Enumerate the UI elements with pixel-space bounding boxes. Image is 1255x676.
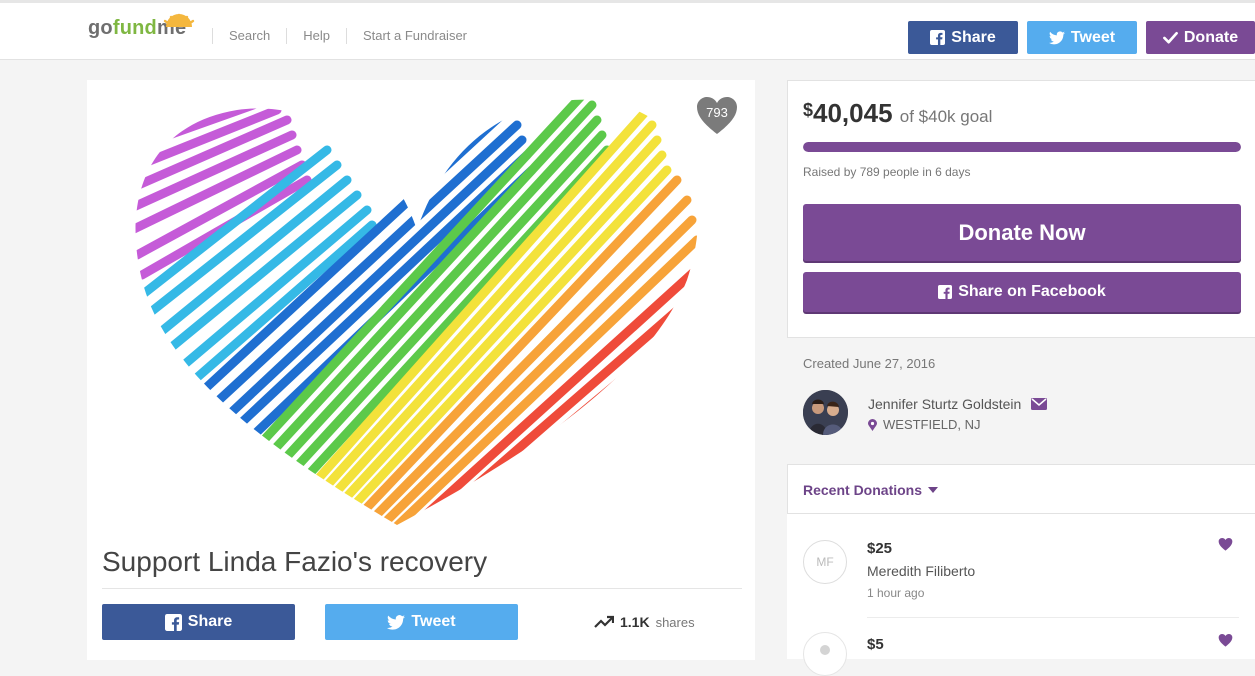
- share-on-facebook-button[interactable]: Share on Facebook: [803, 272, 1241, 312]
- donor-name: Meredith Filiberto: [867, 563, 976, 579]
- shares-label: shares: [655, 614, 695, 630]
- map-pin-icon: [868, 418, 877, 431]
- shares-count: 1.1K: [620, 614, 650, 630]
- organizer-name-row: Jennifer Sturtz Goldstein: [868, 396, 1048, 412]
- avatar-photo: [803, 390, 848, 435]
- goal-text: of $40k goal: [899, 107, 993, 126]
- donation-separator: [867, 617, 1239, 618]
- organizer-avatar[interactable]: [803, 390, 848, 435]
- donor-avatar-initials: MF: [803, 540, 847, 584]
- header-donate-button[interactable]: Donate: [1146, 21, 1255, 54]
- amount-raised: $40,045 of $40k goal: [803, 98, 993, 128]
- campaign-share-button[interactable]: Share: [102, 604, 295, 640]
- heart-count: 793: [706, 105, 728, 120]
- organizer-name[interactable]: Jennifer Sturtz Goldstein: [868, 396, 1021, 412]
- campaign-title: Support Linda Fazio's recovery: [102, 546, 488, 577]
- header-tweet-button[interactable]: Tweet: [1027, 21, 1137, 54]
- caret-down-icon: [928, 487, 939, 493]
- twitter-bird-icon: [1048, 30, 1065, 44]
- facebook-icon: [164, 613, 182, 631]
- nav-help-link[interactable]: Help: [286, 28, 346, 44]
- donor-avatar-placeholder: [803, 632, 847, 676]
- donation-amount: $25: [867, 540, 893, 557]
- trending-up-icon: [594, 615, 614, 628]
- shares-counter: 1.1K shares: [594, 614, 695, 630]
- campaign-tweet-button[interactable]: Tweet: [325, 604, 518, 640]
- created-date: Created June 27, 2016: [803, 356, 936, 371]
- sun-logo-icon: [163, 13, 195, 27]
- heart-icon[interactable]: [1218, 634, 1233, 647]
- header-share-button[interactable]: Share: [908, 21, 1018, 54]
- nav-search-link[interactable]: Search: [212, 28, 286, 44]
- nav-start-fundraiser-link[interactable]: Start a Fundraiser: [345, 28, 483, 44]
- campaign-image-rainbow-heart[interactable]: [87, 80, 755, 526]
- checkmark-icon: [1162, 31, 1178, 44]
- campaign-card: Support Linda Fazio's recovery: [87, 80, 755, 660]
- raised-by-text: Raised by 789 people in 6 days: [803, 165, 971, 179]
- user-silhouette-icon: [820, 645, 830, 655]
- top-navigation-bar: gofundme Search Help Start a Fundraiser …: [0, 0, 1255, 60]
- funding-progress-bar: [803, 142, 1241, 152]
- heart-icon[interactable]: [1218, 538, 1233, 551]
- twitter-bird-icon: [387, 614, 406, 630]
- organizer-location: WESTFIELD, NJ: [868, 417, 981, 432]
- nav-links: Search Help Start a Fundraiser: [212, 28, 483, 44]
- donation-time: 1 hour ago: [867, 586, 925, 600]
- facebook-icon: [938, 285, 953, 299]
- donate-now-button[interactable]: Donate Now: [803, 204, 1241, 261]
- envelope-icon[interactable]: [1031, 398, 1048, 410]
- title-divider: [102, 588, 742, 589]
- heart-count-badge[interactable]: 793: [696, 96, 738, 136]
- donations-list: [787, 514, 1255, 659]
- recent-donations-dropdown[interactable]: Recent Donations: [803, 482, 939, 498]
- facebook-icon: [930, 30, 946, 45]
- progress-fill: [803, 142, 1241, 152]
- donation-amount: $5: [867, 636, 884, 653]
- gofundme-logo[interactable]: gofundme: [88, 13, 195, 51]
